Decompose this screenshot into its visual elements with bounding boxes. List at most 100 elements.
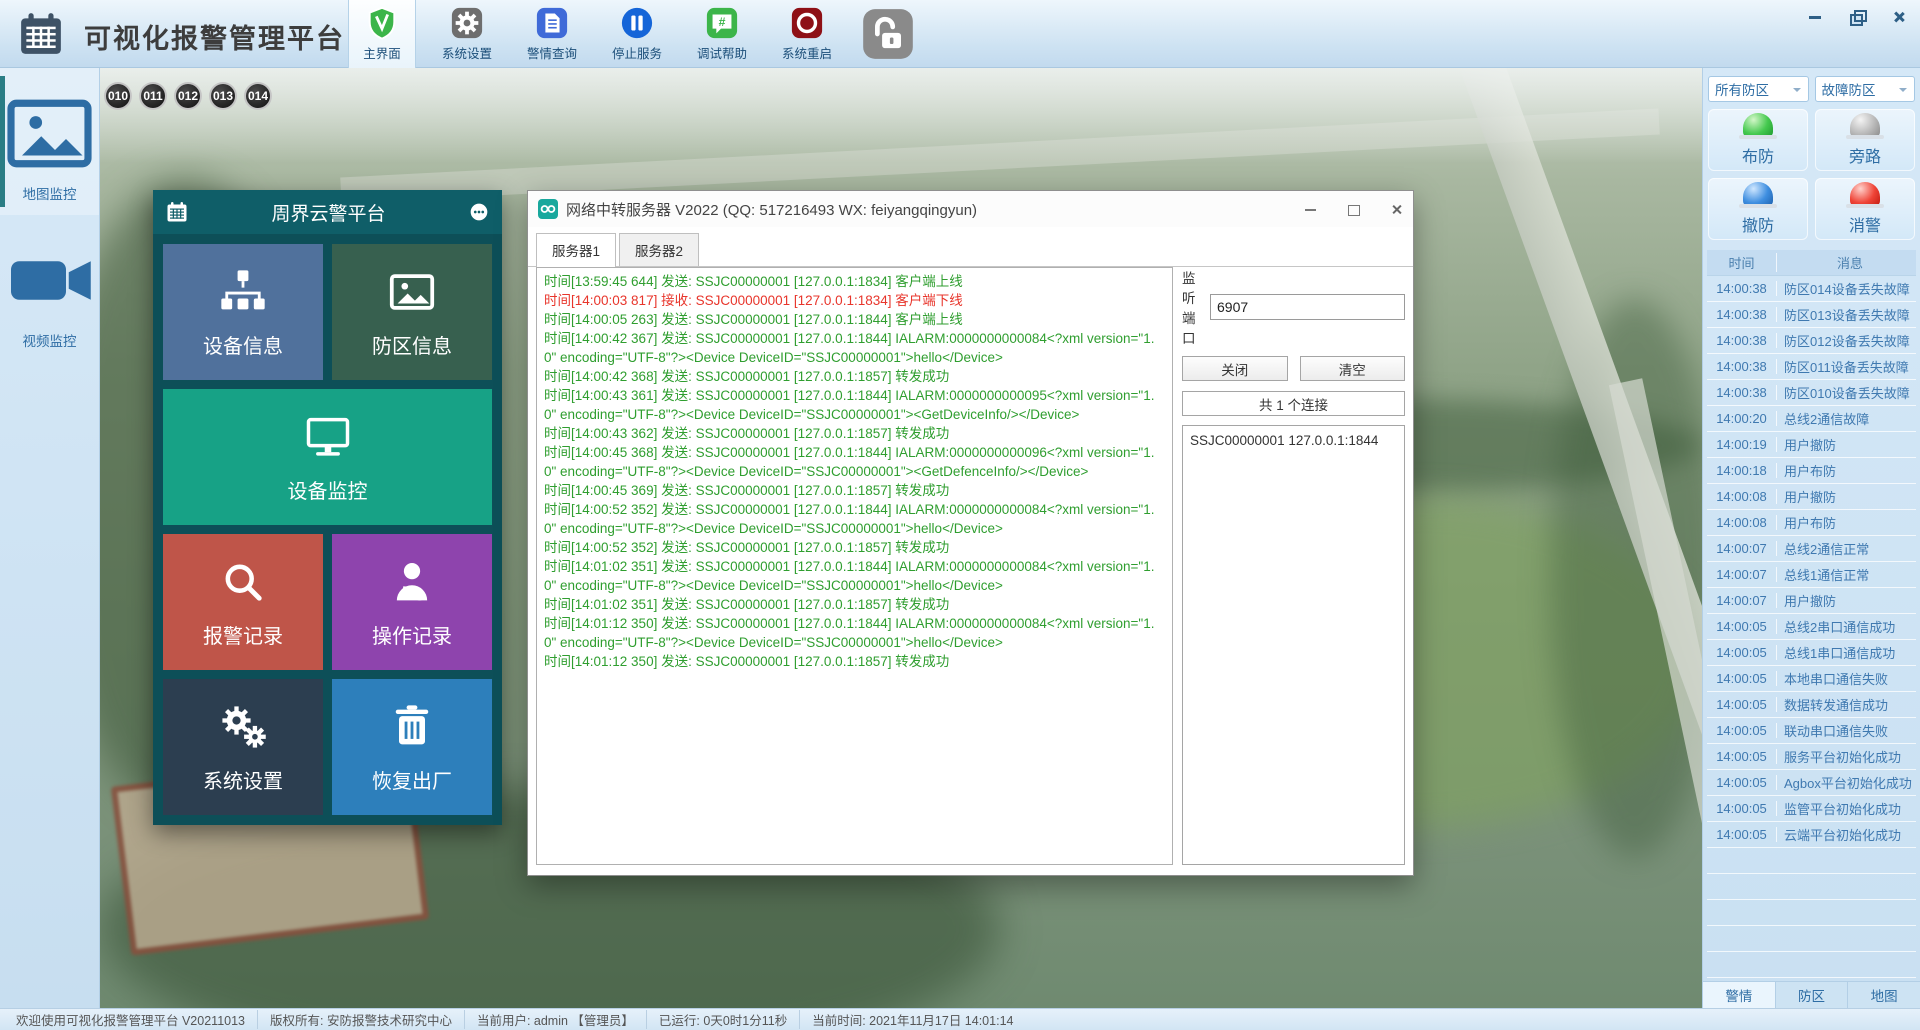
listen-port-input[interactable] (1210, 294, 1405, 320)
zone-action-label: 撤防 (1741, 218, 1774, 235)
alarm-row-time: 14:00:07 (1707, 567, 1777, 582)
toolbar-item-system-settings[interactable]: 系统设置 (433, 0, 501, 68)
dialog-close-icon[interactable] (1390, 203, 1403, 216)
sidebar-item-map-monitor[interactable]: 地图监控 (0, 68, 99, 215)
zone-action-arm[interactable]: 布防 (1708, 109, 1808, 171)
alarm-row[interactable] (1707, 874, 1916, 900)
alarm-row[interactable]: 14:00:38 防区011设备丢失故障 (1707, 354, 1916, 380)
close-icon[interactable] (1892, 10, 1906, 24)
alarm-row[interactable]: 14:00:05 云端平台初始化成功 (1707, 822, 1916, 848)
alarm-row[interactable] (1707, 926, 1916, 952)
map-marker-012[interactable]: 012 (174, 82, 202, 110)
restore-icon[interactable] (1850, 10, 1867, 26)
panel-tab-map[interactable]: 地图 (1848, 982, 1920, 1008)
clear-log-button[interactable]: 清空 (1299, 356, 1405, 381)
server-log[interactable]: 时间[13:59:45 644] 发送: SSJC00000001 [127.0… (536, 267, 1173, 865)
dialog-titlebar[interactable]: 网络中转服务器 V2022 (QQ: 517216493 WX: feiyang… (528, 191, 1413, 227)
zone-action-label: 布防 (1741, 149, 1774, 166)
dialog-tab-server1[interactable]: 服务器1 (536, 233, 617, 267)
dialog-tab-server2[interactable]: 服务器2 (619, 233, 700, 266)
map-marker-014[interactable]: 014 (244, 82, 272, 110)
toolbar-item-stop-service[interactable]: 停止服务 (603, 0, 671, 68)
siren-red-icon (1850, 182, 1880, 206)
power-ring-icon (790, 6, 824, 40)
alarm-row[interactable]: 14:00:08 用户布防 (1707, 510, 1916, 536)
document-icon (535, 6, 569, 40)
map-marker-011[interactable]: 011 (139, 82, 167, 110)
toolbar-item-label: 停止服务 (611, 47, 662, 61)
map-markers: 010 011 012 013 014 (104, 82, 272, 110)
alarm-row-time: 14:00:05 (1707, 827, 1777, 842)
zone-filter-all[interactable]: 所有防区 (1708, 76, 1809, 102)
log-line: 时间[14:01:12 350] 发送: SSJC00000001 [127.0… (544, 616, 1155, 650)
alarm-row[interactable]: 14:00:38 防区012设备丢失故障 (1707, 328, 1916, 354)
alarm-table[interactable]: 时间 消息 14:00:38 防区014设备丢失故障 14:00:38 防区013设备… (1707, 250, 1916, 981)
zone-action-disarm[interactable]: 撤防 (1708, 178, 1808, 240)
alarm-row[interactable]: 14:00:38 防区013设备丢失故障 (1707, 302, 1916, 328)
connection-item[interactable]: SSJC00000001 127.0.0.1:1844 (1190, 431, 1397, 450)
log-line: 时间[14:00:43 362] 发送: SSJC00000001 [127.0… (544, 426, 950, 441)
launcher-tile-device-info[interactable]: 设备信息 (163, 244, 323, 380)
alarm-row[interactable]: 14:00:07 总线1通信正常 (1707, 562, 1916, 588)
alarm-row-message: 防区010设备丢失故障 (1784, 386, 1910, 401)
map-marker-013[interactable]: 013 (209, 82, 237, 110)
toolbar-item-system-restart[interactable]: 系统重启 (773, 0, 841, 68)
minimize-icon[interactable] (1808, 10, 1822, 24)
log-line: 时间[14:00:52 352] 发送: SSJC00000001 [127.0… (544, 540, 950, 555)
alarm-row[interactable] (1707, 900, 1916, 926)
launcher-header[interactable]: 周界云警平台 (153, 190, 502, 234)
launcher-tile-factory-reset[interactable]: 恢复出厂 (332, 679, 492, 815)
siren-base (1739, 204, 1777, 208)
alarm-row[interactable]: 14:00:05 监管平台初始化成功 (1707, 796, 1916, 822)
launcher-tile-label: 设备监控 (287, 480, 368, 503)
launcher-tile-operation-records[interactable]: 操作记录 (332, 534, 492, 670)
launcher-tile-device-monitor[interactable]: 设备监控 (163, 389, 492, 525)
zone-filter-fault[interactable]: 故障防区 (1814, 76, 1915, 102)
alarm-row[interactable]: 14:00:20 总线2通信故障 (1707, 406, 1916, 432)
alarm-row[interactable]: 14:00:05 数据转发通信成功 (1707, 692, 1916, 718)
alarm-row[interactable]: 14:00:05 本地串口通信失败 (1707, 666, 1916, 692)
map-marker-010[interactable]: 010 (104, 82, 132, 110)
alarm-row[interactable]: 14:00:05 联动串口通信失败 (1707, 718, 1916, 744)
launcher-tile-zone-info[interactable]: 防区信息 (332, 244, 492, 380)
alarm-row[interactable]: 14:00:05 服务平台初始化成功 (1707, 744, 1916, 770)
alarm-row-time: 14:00:08 (1707, 489, 1777, 504)
launcher-tile-system-settings[interactable]: 系统设置 (163, 679, 323, 815)
panel-tab-alerts[interactable]: 警情 (1703, 982, 1776, 1008)
toolbar-item-alarm-query[interactable]: 警情查询 (518, 0, 586, 68)
dialog-maximize-icon[interactable] (1347, 203, 1360, 216)
alarm-row[interactable]: 14:00:38 防区010设备丢失故障 (1707, 380, 1916, 406)
status-segment: 已运行: 0天0时1分11秒 (645, 1010, 799, 1029)
alarm-panel: 所有防区 故障防区 布防 旁路撤防 消警 时间 消息 14:00:38 防区014设备… (1702, 68, 1920, 1008)
connection-list[interactable]: SSJC00000001 127.0.0.1:1844 (1182, 425, 1405, 865)
alarm-row[interactable] (1707, 952, 1916, 978)
alarm-row[interactable]: 14:00:07 用户撤防 (1707, 588, 1916, 614)
zone-action-bypass[interactable]: 旁路 (1815, 109, 1915, 171)
chat-hash-icon: # (705, 6, 739, 40)
alarm-row[interactable]: 14:00:07 总线2通信正常 (1707, 536, 1916, 562)
alarm-row[interactable]: 14:00:05 Agbox平台初始化成功 (1707, 770, 1916, 796)
alarm-row[interactable]: 14:00:05 总线1串口通信成功 (1707, 640, 1916, 666)
alarm-row[interactable]: 14:00:18 用户布防 (1707, 458, 1916, 484)
alarm-row-time: 14:00:05 (1707, 619, 1777, 634)
sidebar-item-label: 地图监控 (22, 187, 77, 202)
alarm-row[interactable] (1707, 848, 1916, 874)
panel-tab-zones[interactable]: 防区 (1775, 982, 1849, 1008)
alarm-row[interactable]: 14:00:38 防区014设备丢失故障 (1707, 276, 1916, 302)
image-icon (0, 84, 99, 183)
dialog-minimize-icon[interactable] (1304, 203, 1317, 216)
zone-action-silence[interactable]: 消警 (1815, 178, 1915, 240)
zone-action-buttons: 布防 旁路撤防 消警 (1703, 109, 1920, 240)
close-server-button[interactable]: 关闭 (1182, 356, 1288, 381)
unlock-button[interactable] (862, 8, 914, 60)
toolbar-items: 主界面 系统设置 警情查询 停止服务 # 调试帮助 系统重启 (348, 0, 858, 68)
alarm-row[interactable]: 14:00:19 用户撤防 (1707, 432, 1916, 458)
chat-icon[interactable] (469, 202, 489, 222)
sidebar-item-video-monitor[interactable]: 视频监控 (0, 215, 99, 362)
toolbar-item-debug-help[interactable]: # 调试帮助 (688, 0, 756, 68)
launcher-tile-alarm-records[interactable]: 报警记录 (163, 534, 323, 670)
alarm-row[interactable]: 14:00:05 总线2串口通信成功 (1707, 614, 1916, 640)
alarm-row-time: 14:00:05 (1707, 801, 1777, 816)
alarm-row[interactable]: 14:00:08 用户撤防 (1707, 484, 1916, 510)
toolbar-item-main[interactable]: 主界面 (348, 0, 416, 68)
